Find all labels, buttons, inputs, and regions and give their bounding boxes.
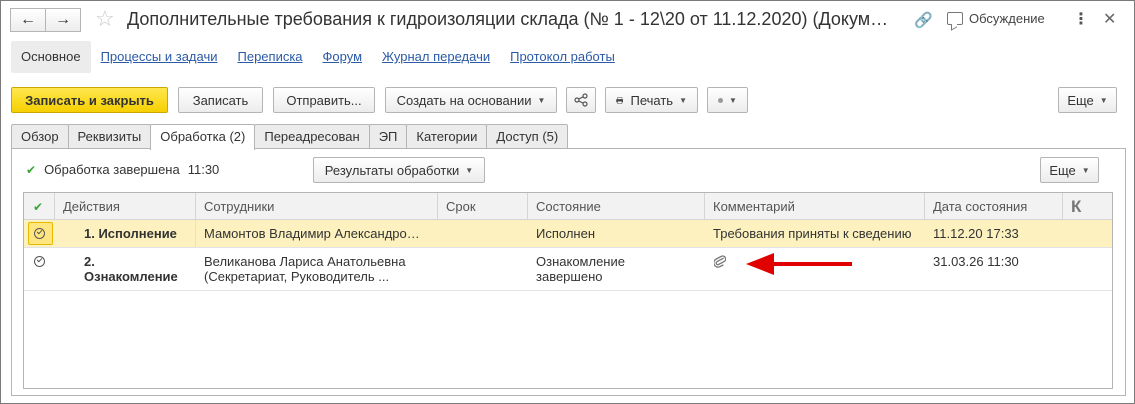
tab-overview[interactable]: Обзор [11, 124, 69, 149]
table-more-button[interactable]: Еще ▼ [1040, 157, 1099, 183]
send-label: Отправить... [286, 92, 362, 108]
section-forum[interactable]: Форум [313, 41, 373, 73]
back-button[interactable]: ← [10, 8, 46, 32]
cell-state: Исполнен [536, 226, 596, 241]
tab-processing[interactable]: Обработка (2) [150, 124, 256, 150]
cell-comment: Требования приняты к сведению [713, 226, 912, 241]
send-button[interactable]: Отправить... [273, 87, 375, 113]
create-based-on-label: Создать на основании [396, 92, 532, 108]
cell-state-date: 11.12.20 17:33 [933, 226, 1019, 241]
column-header-k[interactable]: К [1063, 193, 1112, 220]
share-button[interactable] [566, 87, 596, 113]
forward-button[interactable]: → [45, 8, 81, 32]
close-icon[interactable]: ✕ [1103, 9, 1116, 29]
window-title: Дополнительные требования к гидроизоляци… [127, 9, 889, 29]
processing-table: ✔ Действия Сотрудники Срок Состояние Ком… [23, 192, 1113, 389]
table-row[interactable]: 1. Исполнение Мамонтов Владимир Александ… [24, 220, 1112, 248]
discussion-label: Обсуждение [969, 11, 1045, 26]
section-panel: Основное Процессы и задачи Переписка Фор… [11, 41, 625, 73]
processing-status: ✔ Обработка завершена 11:30 [26, 162, 219, 177]
header-check-icon[interactable]: ✔ [24, 193, 55, 220]
chevron-down-icon: ▼ [465, 165, 474, 175]
navigation-buttons: ← → [10, 8, 81, 32]
discussion-button[interactable]: Обсуждение [947, 11, 1045, 26]
title-bar: ← → ☆ Дополнительные требования к гидрои… [1, 1, 1134, 39]
command-bar: Записать и закрыть Записать Отправить...… [11, 87, 1127, 113]
column-header-state-date[interactable]: Дата состояния [925, 193, 1063, 220]
print-button[interactable]: Печать ▼ [605, 87, 698, 113]
column-header-actions[interactable]: Действия [55, 193, 196, 220]
check-icon: ✔ [26, 162, 37, 177]
processing-results-button[interactable]: Результаты обработки ▼ [313, 157, 485, 183]
processing-panel: ✔ Обработка завершена 11:30 Результаты о… [11, 148, 1126, 396]
create-based-on-button[interactable]: Создать на основании ▼ [385, 87, 557, 113]
cell-state-detail: завершено [536, 269, 603, 284]
section-transfer-log[interactable]: Журнал передачи [372, 41, 500, 73]
save-label: Записать [192, 92, 249, 108]
more-button[interactable]: Еще ▼ [1058, 87, 1117, 113]
chat-icon [947, 12, 963, 25]
more-vertical-icon[interactable]: ⋮ [1073, 9, 1089, 29]
print-label: Печать [630, 92, 674, 108]
status-text: Обработка завершена [44, 162, 180, 177]
tab-signature[interactable]: ЭП [368, 124, 408, 149]
chevron-down-icon: ▼ [1099, 95, 1108, 105]
more-label: Еще [1067, 92, 1094, 108]
share-icon [574, 93, 588, 107]
processing-results-label: Результаты обработки [324, 162, 460, 178]
cell-employee: Великанова Лариса Анатольевна [204, 254, 406, 269]
arrow-left-icon: ← [20, 11, 36, 28]
extra-commands-button[interactable]: ▼ [707, 87, 748, 113]
table-row[interactable]: 2. Ознакомление Великанова Лариса Анатол… [24, 248, 1112, 291]
column-header-employees[interactable]: Сотрудники [196, 193, 438, 220]
tab-access[interactable]: Доступ (5) [486, 124, 569, 149]
cell-state-date: 31.03.26 11:30 [933, 254, 1019, 269]
tab-bar: Обзор Реквизиты Обработка (2) Переадресо… [11, 124, 569, 150]
status-time: 11:30 [187, 162, 220, 177]
section-processes[interactable]: Процессы и задачи [91, 41, 228, 73]
section-work-log[interactable]: Протокол работы [500, 41, 625, 73]
save-button[interactable]: Записать [178, 87, 263, 113]
cell-action: Ознакомление [84, 269, 178, 284]
document-window: ← → ☆ Дополнительные требования к гидрои… [0, 0, 1135, 404]
star-icon[interactable]: ☆ [95, 8, 115, 30]
chevron-down-icon: ▼ [1081, 165, 1090, 175]
cell-action: 1. Исполнение [84, 226, 177, 241]
cell-action-number: 2. [84, 254, 95, 269]
chevron-down-icon: ▼ [729, 95, 737, 105]
annotation-arrow-icon [746, 253, 852, 275]
section-main[interactable]: Основное [11, 41, 91, 73]
column-header-deadline[interactable]: Срок [438, 193, 528, 220]
column-header-comment[interactable]: Комментарий [705, 193, 925, 220]
tab-redirected[interactable]: Переадресован [254, 124, 370, 149]
dot-icon [718, 97, 724, 103]
table-more-label: Еще [1049, 162, 1076, 178]
arrow-right-icon: → [55, 11, 71, 28]
chevron-down-icon: ▼ [537, 95, 546, 105]
link-icon[interactable]: 🔗 [914, 11, 933, 29]
save-and-close-button[interactable]: Записать и закрыть [11, 87, 168, 113]
save-and-close-label: Записать и закрыть [25, 92, 154, 108]
done-circle-icon [34, 256, 45, 267]
section-correspondence[interactable]: Переписка [228, 41, 313, 73]
done-circle-icon [34, 228, 45, 239]
column-header-state[interactable]: Состояние [528, 193, 705, 220]
paperclip-icon[interactable] [713, 254, 727, 271]
chevron-down-icon: ▼ [679, 95, 687, 105]
table-header: ✔ Действия Сотрудники Срок Состояние Ком… [24, 193, 1112, 220]
tab-requisites[interactable]: Реквизиты [67, 124, 152, 149]
cell-state: Ознакомление [536, 254, 625, 269]
printer-icon [616, 96, 624, 104]
cell-employee-position: (Секретариат, Руководитель ... [204, 269, 390, 284]
cell-employee: Мамонтов Владимир Александро… [204, 226, 420, 241]
tab-categories[interactable]: Категории [406, 124, 488, 149]
